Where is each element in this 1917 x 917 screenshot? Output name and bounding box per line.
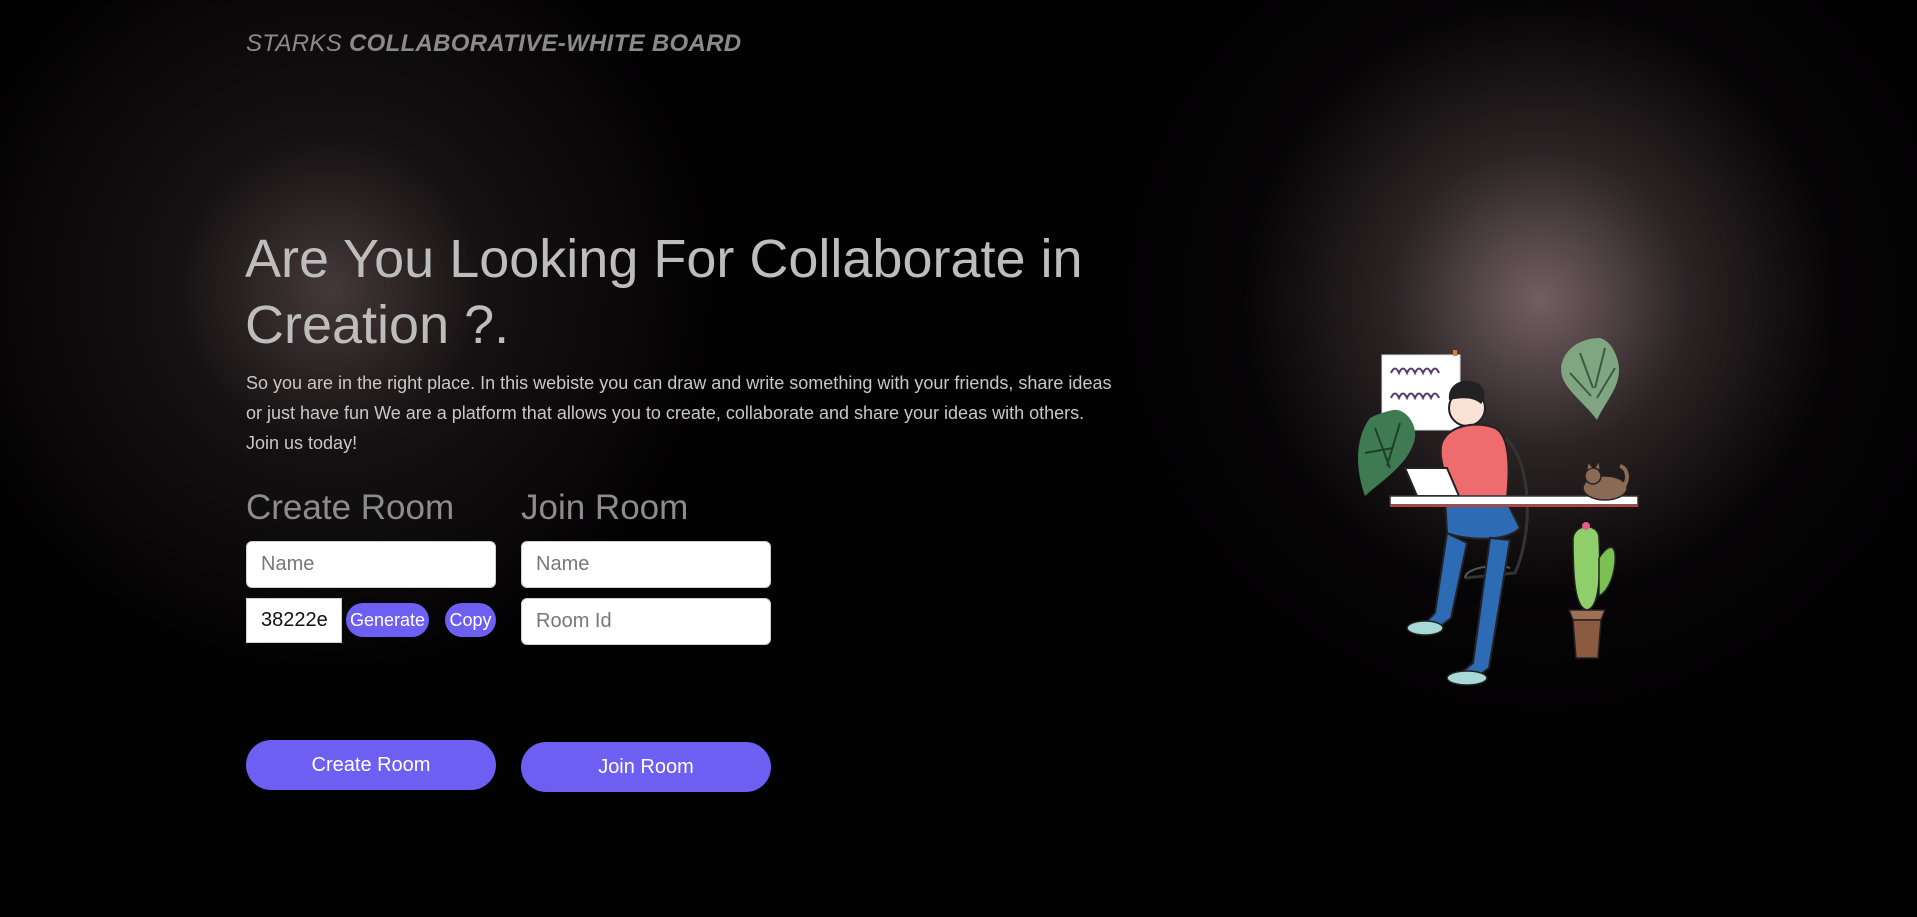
brand-name: COLLABORATIVE-WHITE BOARD <box>349 30 742 57</box>
hero-title: Are You Looking For Collaborate in Creat… <box>245 229 1083 355</box>
landing-page: STARKS COLLABORATIVE-WHITE BOARD Are You… <box>0 0 1917 917</box>
create-name-input[interactable] <box>246 541 496 588</box>
generate-button[interactable]: Generate <box>346 603 429 637</box>
plant-leaf-icon <box>1358 409 1416 496</box>
join-room-id-input[interactable] <box>521 598 771 645</box>
generated-room-id-field[interactable] <box>246 598 342 643</box>
hero-description: So you are in the right place. In this w… <box>246 373 1112 453</box>
brand-logo-text: STARKS COLLABORATIVE-WHITE BOARD <box>246 30 741 58</box>
create-room-button[interactable]: Create Room <box>246 740 496 790</box>
copy-button[interactable]: Copy <box>445 603 496 637</box>
join-name-input[interactable] <box>521 541 771 588</box>
join-room-heading: Join Room <box>521 488 689 527</box>
cat-icon <box>1582 459 1629 501</box>
monstera-leaf-icon <box>1561 338 1619 420</box>
join-room-button[interactable]: Join Room <box>521 742 771 792</box>
create-room-heading: Create Room <box>246 488 455 527</box>
cactus-icon <box>1567 522 1616 659</box>
brand-prefix: STARKS <box>246 30 350 57</box>
person-at-desk-illustration <box>1358 338 1639 686</box>
